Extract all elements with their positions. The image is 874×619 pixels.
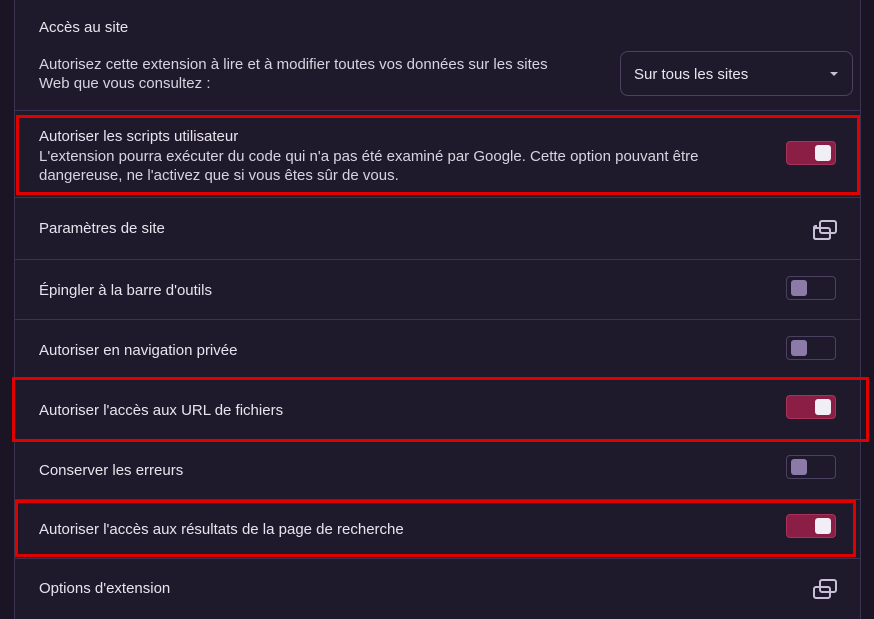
search-results-label: Autoriser l'accès aux résultats de la pa… xyxy=(39,521,404,538)
site-access-section: Accès au site Autorisez cette extension … xyxy=(15,0,860,111)
incognito-row: Autoriser en navigation privée xyxy=(15,320,860,380)
collect-errors-toggle[interactable] xyxy=(786,455,836,479)
open-in-new-window-icon[interactable] xyxy=(812,578,838,600)
site-settings-row[interactable]: Paramètres de site xyxy=(15,198,860,260)
incognito-toggle[interactable] xyxy=(786,336,836,360)
user-scripts-description-line2: dangereuse, ne l'activez que si vous ête… xyxy=(39,167,399,184)
user-scripts-description-line1: L'extension pourra exécuter du code qui … xyxy=(39,148,699,165)
pin-toolbar-label: Épingler à la barre d'outils xyxy=(39,282,212,299)
site-access-description-line2: Web que vous consultez : xyxy=(39,75,211,92)
chevron-down-icon xyxy=(830,72,838,76)
extension-options-label: Options d'extension xyxy=(39,580,171,597)
toggle-knob xyxy=(791,459,807,475)
toggle-knob xyxy=(791,280,807,296)
extension-options-row[interactable]: Options d'extension xyxy=(15,559,860,619)
search-results-row: Autoriser l'accès aux résultats de la pa… xyxy=(15,500,860,559)
pin-toolbar-toggle[interactable] xyxy=(786,276,836,300)
toggle-knob xyxy=(815,399,831,415)
file-urls-row: Autoriser l'accès aux URL de fichiers xyxy=(15,380,860,440)
toggle-knob xyxy=(815,145,831,161)
collect-errors-row: Conserver les erreurs xyxy=(15,440,860,500)
user-scripts-toggle[interactable] xyxy=(786,141,836,165)
file-urls-toggle[interactable] xyxy=(786,395,836,419)
incognito-label: Autoriser en navigation privée xyxy=(39,342,238,359)
extension-details-panel: Accès au site Autorisez cette extension … xyxy=(14,0,861,619)
search-results-toggle[interactable] xyxy=(786,514,836,538)
site-access-description-line1: Autorisez cette extension à lire et à mo… xyxy=(39,56,548,73)
pin-toolbar-row: Épingler à la barre d'outils xyxy=(15,260,860,320)
file-urls-label: Autoriser l'accès aux URL de fichiers xyxy=(39,402,284,419)
user-scripts-row: Autoriser les scripts utilisateur L'exte… xyxy=(15,111,860,198)
site-access-description: Autorisez cette extension à lire et à mo… xyxy=(39,55,548,93)
collect-errors-label: Conserver les erreurs xyxy=(39,462,184,479)
user-scripts-label: Autoriser les scripts utilisateur xyxy=(39,128,239,145)
site-access-select[interactable]: Sur tous les sites xyxy=(620,51,853,96)
site-access-heading: Accès au site xyxy=(39,19,129,36)
site-settings-label: Paramètres de site xyxy=(39,220,165,237)
toggle-knob xyxy=(791,340,807,356)
open-in-new-window-icon[interactable] xyxy=(812,219,838,241)
user-scripts-description: L'extension pourra exécuter du code qui … xyxy=(39,147,699,185)
toggle-knob xyxy=(815,518,831,534)
site-access-select-value: Sur tous les sites xyxy=(634,66,749,83)
